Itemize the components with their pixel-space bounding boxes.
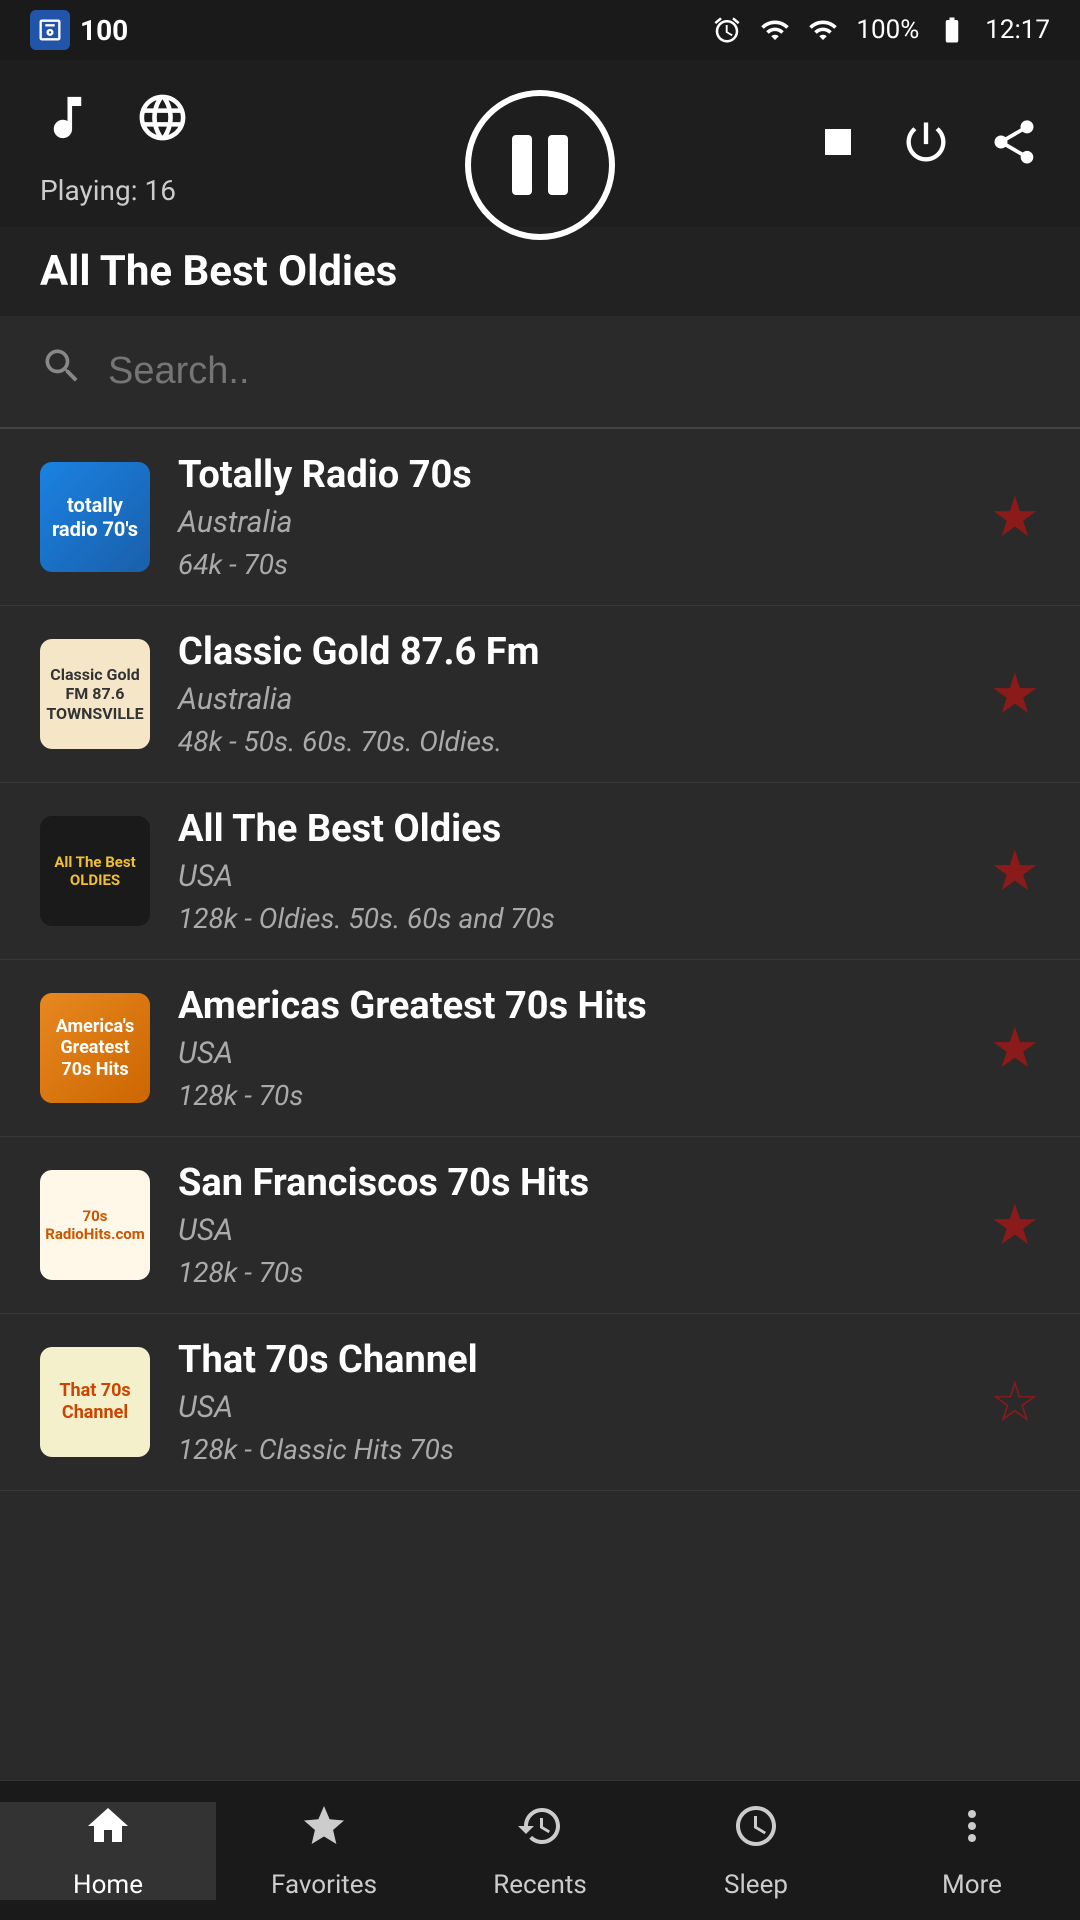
station-bitrate: 128k - Classic Hits 70s xyxy=(178,1433,962,1466)
status-app-number: 100 xyxy=(80,14,128,47)
status-bar: 100 100% 12:17 xyxy=(0,0,1080,60)
power-button[interactable] xyxy=(900,116,952,181)
favorite-star-2[interactable]: ★ xyxy=(990,661,1040,727)
pause-button[interactable] xyxy=(465,90,615,240)
more-icon xyxy=(948,1802,996,1862)
header-icons-row xyxy=(40,90,190,158)
favorite-star-1[interactable]: ★ xyxy=(990,484,1040,550)
globe-icon[interactable] xyxy=(135,90,190,158)
list-item[interactable]: 70s RadioHits.com San Franciscos 70s Hit… xyxy=(0,1137,1080,1314)
station-list: totally radio 70's Totally Radio 70s Aus… xyxy=(0,429,1080,1864)
station-logo-1: totally radio 70's xyxy=(40,462,150,572)
alarm-icon xyxy=(712,15,742,45)
list-item[interactable]: That 70s Channel That 70s Channel USA 12… xyxy=(0,1314,1080,1491)
list-item[interactable]: America's Greatest 70s Hits Americas Gre… xyxy=(0,960,1080,1137)
nav-item-recents[interactable]: Recents xyxy=(432,1802,648,1900)
station-info-2: Classic Gold 87.6 Fm Australia 48k - 50s… xyxy=(178,630,962,758)
station-logo-4: America's Greatest 70s Hits xyxy=(40,993,150,1103)
station-logo-2: Classic Gold FM 87.6 TOWNSVILLE xyxy=(40,639,150,749)
station-info-3: All The Best Oldies USA 128k - Oldies. 5… xyxy=(178,807,962,935)
station-info-4: Americas Greatest 70s Hits USA 128k - 70… xyxy=(178,984,962,1112)
station-country: Australia xyxy=(178,682,962,717)
status-right: 100% 12:17 xyxy=(712,15,1050,45)
recents-icon xyxy=(516,1802,564,1862)
favorite-star-5[interactable]: ★ xyxy=(990,1192,1040,1258)
list-item[interactable]: All The Best OLDIES All The Best Oldies … xyxy=(0,783,1080,960)
station-country: USA xyxy=(178,859,962,894)
time: 12:17 xyxy=(985,15,1050,45)
station-bitrate: 128k - Oldies. 50s. 60s and 70s xyxy=(178,902,962,935)
playing-label: Playing: 16 xyxy=(40,174,176,207)
home-icon xyxy=(84,1802,132,1862)
station-name: Classic Gold 87.6 Fm xyxy=(178,630,962,674)
station-bitrate: 48k - 50s. 60s. 70s. Oldies. xyxy=(178,725,962,758)
search-icon xyxy=(40,344,84,399)
nav-label-recents: Recents xyxy=(493,1870,587,1900)
nav-label-favorites: Favorites xyxy=(271,1870,377,1900)
list-item[interactable]: Classic Gold FM 87.6 TOWNSVILLE Classic … xyxy=(0,606,1080,783)
station-bitrate: 128k - 70s xyxy=(178,1256,962,1289)
favorite-star-3[interactable]: ★ xyxy=(990,838,1040,904)
search-bar xyxy=(0,316,1080,429)
signal-icon xyxy=(808,15,838,45)
station-name: Totally Radio 70s xyxy=(178,453,962,497)
pause-icon xyxy=(512,135,568,195)
station-name: All The Best Oldies xyxy=(178,807,962,851)
station-name: San Franciscos 70s Hits xyxy=(178,1161,962,1205)
station-logo-5: 70s RadioHits.com xyxy=(40,1170,150,1280)
stop-button[interactable] xyxy=(812,116,864,181)
player-right-controls xyxy=(812,116,1040,181)
battery-level: 100% xyxy=(856,15,919,45)
nav-item-sleep[interactable]: Sleep xyxy=(648,1802,864,1900)
station-name: Americas Greatest 70s Hits xyxy=(178,984,962,1028)
station-logo-6: That 70s Channel xyxy=(40,1347,150,1457)
nav-item-favorites[interactable]: Favorites xyxy=(216,1802,432,1900)
nav-item-more[interactable]: More xyxy=(864,1802,1080,1900)
station-country: USA xyxy=(178,1390,962,1425)
station-bitrate: 128k - 70s xyxy=(178,1079,962,1112)
battery-icon xyxy=(937,15,967,45)
favorites-icon xyxy=(300,1802,348,1862)
station-country: USA xyxy=(178,1036,962,1071)
station-bitrate: 64k - 70s xyxy=(178,548,962,581)
station-country: Australia xyxy=(178,505,962,540)
station-info-5: San Franciscos 70s Hits USA 128k - 70s xyxy=(178,1161,962,1289)
music-note-icon[interactable] xyxy=(40,90,95,158)
nav-item-home[interactable]: Home xyxy=(0,1802,216,1900)
sleep-icon xyxy=(732,1802,780,1862)
station-country: USA xyxy=(178,1213,962,1248)
bottom-nav: Home Favorites Recents Sleep More xyxy=(0,1780,1080,1920)
status-left: 100 xyxy=(30,10,128,50)
station-info-1: Totally Radio 70s Australia 64k - 70s xyxy=(178,453,962,581)
player-header: Playing: 16 xyxy=(0,60,1080,227)
favorite-star-4[interactable]: ★ xyxy=(990,1015,1040,1081)
station-info-6: That 70s Channel USA 128k - Classic Hits… xyxy=(178,1338,962,1466)
station-title: All The Best Oldies xyxy=(0,227,1080,316)
nav-label-home: Home xyxy=(73,1870,143,1900)
app-icon xyxy=(30,10,70,50)
list-item[interactable]: totally radio 70's Totally Radio 70s Aus… xyxy=(0,429,1080,606)
player-left-controls: Playing: 16 xyxy=(40,90,190,207)
search-input[interactable] xyxy=(108,350,1040,393)
nav-label-sleep: Sleep xyxy=(724,1870,788,1900)
nav-label-more: More xyxy=(942,1870,1002,1900)
station-name: That 70s Channel xyxy=(178,1338,962,1382)
station-logo-3: All The Best OLDIES xyxy=(40,816,150,926)
wifi-icon xyxy=(760,15,790,45)
favorite-star-6[interactable]: ☆ xyxy=(990,1369,1040,1435)
share-button[interactable] xyxy=(988,116,1040,181)
